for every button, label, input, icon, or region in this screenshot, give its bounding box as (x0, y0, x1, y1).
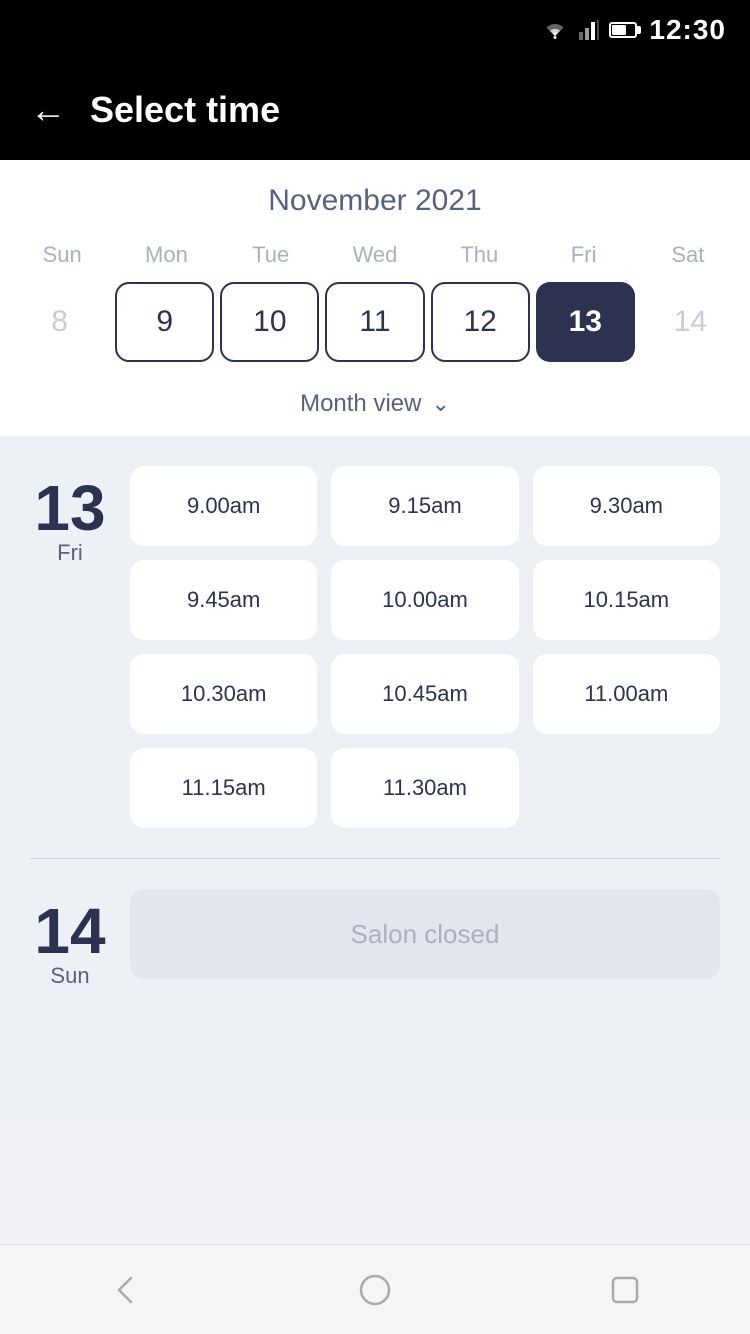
time-slot-900am[interactable]: 9.00am (130, 466, 317, 546)
day-block-13: 13 Fri 9.00am 9.15am 9.30am 9.45am 10.00… (30, 466, 720, 828)
day-13[interactable]: 13 (536, 282, 635, 362)
month-view-label: Month view (300, 390, 421, 418)
bottom-nav (0, 1244, 750, 1334)
signal-icon (579, 20, 599, 40)
day-label-sun: Sun (10, 236, 114, 274)
time-slots-13: 9.00am 9.15am 9.30am 9.45am 10.00am 10.1… (130, 466, 720, 828)
wifi-icon (541, 20, 569, 40)
status-icons (541, 20, 637, 40)
app-header: ← Select time (0, 60, 750, 160)
time-slot-1015am[interactable]: 10.15am (533, 560, 720, 640)
battery-icon (609, 22, 637, 38)
day-number-14: 14 (34, 899, 105, 963)
back-button[interactable]: ← (30, 92, 66, 128)
time-slot-1000am[interactable]: 10.00am (331, 560, 518, 640)
time-slot-1130am[interactable]: 11.30am (331, 748, 518, 828)
day-label-mon: Mon (114, 236, 218, 274)
nav-back-button[interactable] (100, 1265, 150, 1315)
day-block-14: 14 Sun Salon closed (30, 889, 720, 989)
month-title: November 2021 (0, 184, 750, 218)
time-slot-1045am[interactable]: 10.45am (331, 654, 518, 734)
day-label-fri: Fri (531, 236, 635, 274)
recent-nav-icon (605, 1270, 645, 1310)
day-divider (30, 858, 720, 859)
week-row: 8 9 10 11 12 13 14 (0, 282, 750, 362)
day-number-13: 13 (34, 476, 105, 540)
time-slot-945am[interactable]: 9.45am (130, 560, 317, 640)
day-label-sat: Sat (636, 236, 740, 274)
time-slot-930am[interactable]: 9.30am (533, 466, 720, 546)
time-slot-915am[interactable]: 9.15am (331, 466, 518, 546)
status-time: 12:30 (649, 14, 726, 46)
day-12[interactable]: 12 (431, 282, 530, 362)
month-view-toggle[interactable]: Month view ⌄ (0, 376, 750, 436)
day-name-14: Sun (50, 963, 89, 989)
calendar-section: November 2021 Sun Mon Tue Wed Thu Fri Sa… (0, 160, 750, 436)
day-8[interactable]: 8 (10, 282, 109, 362)
nav-recent-button[interactable] (600, 1265, 650, 1315)
main-content: 13 Fri 9.00am 9.15am 9.30am 9.45am 10.00… (0, 436, 750, 1119)
nav-home-button[interactable] (350, 1265, 400, 1315)
day-info-13: 13 Fri (30, 466, 110, 828)
day-name-13: Fri (57, 540, 83, 566)
week-day-labels: Sun Mon Tue Wed Thu Fri Sat (0, 236, 750, 274)
time-slot-1100am[interactable]: 11.00am (533, 654, 720, 734)
salon-closed-container: Salon closed (130, 889, 720, 989)
day-10[interactable]: 10 (220, 282, 319, 362)
day-11[interactable]: 11 (325, 282, 424, 362)
salon-closed-message: Salon closed (130, 889, 720, 979)
status-bar: 12:30 (0, 0, 750, 60)
home-nav-icon (355, 1270, 395, 1310)
day-label-thu: Thu (427, 236, 531, 274)
time-slot-1030am[interactable]: 10.30am (130, 654, 317, 734)
day-14[interactable]: 14 (641, 282, 740, 362)
day-label-tue: Tue (219, 236, 323, 274)
chevron-down-icon: ⌄ (431, 391, 449, 417)
day-label-wed: Wed (323, 236, 427, 274)
time-slot-1115am[interactable]: 11.15am (130, 748, 317, 828)
day-9[interactable]: 9 (115, 282, 214, 362)
page-title: Select time (90, 89, 280, 131)
back-nav-icon (105, 1270, 145, 1310)
day-info-14: 14 Sun (30, 889, 110, 989)
